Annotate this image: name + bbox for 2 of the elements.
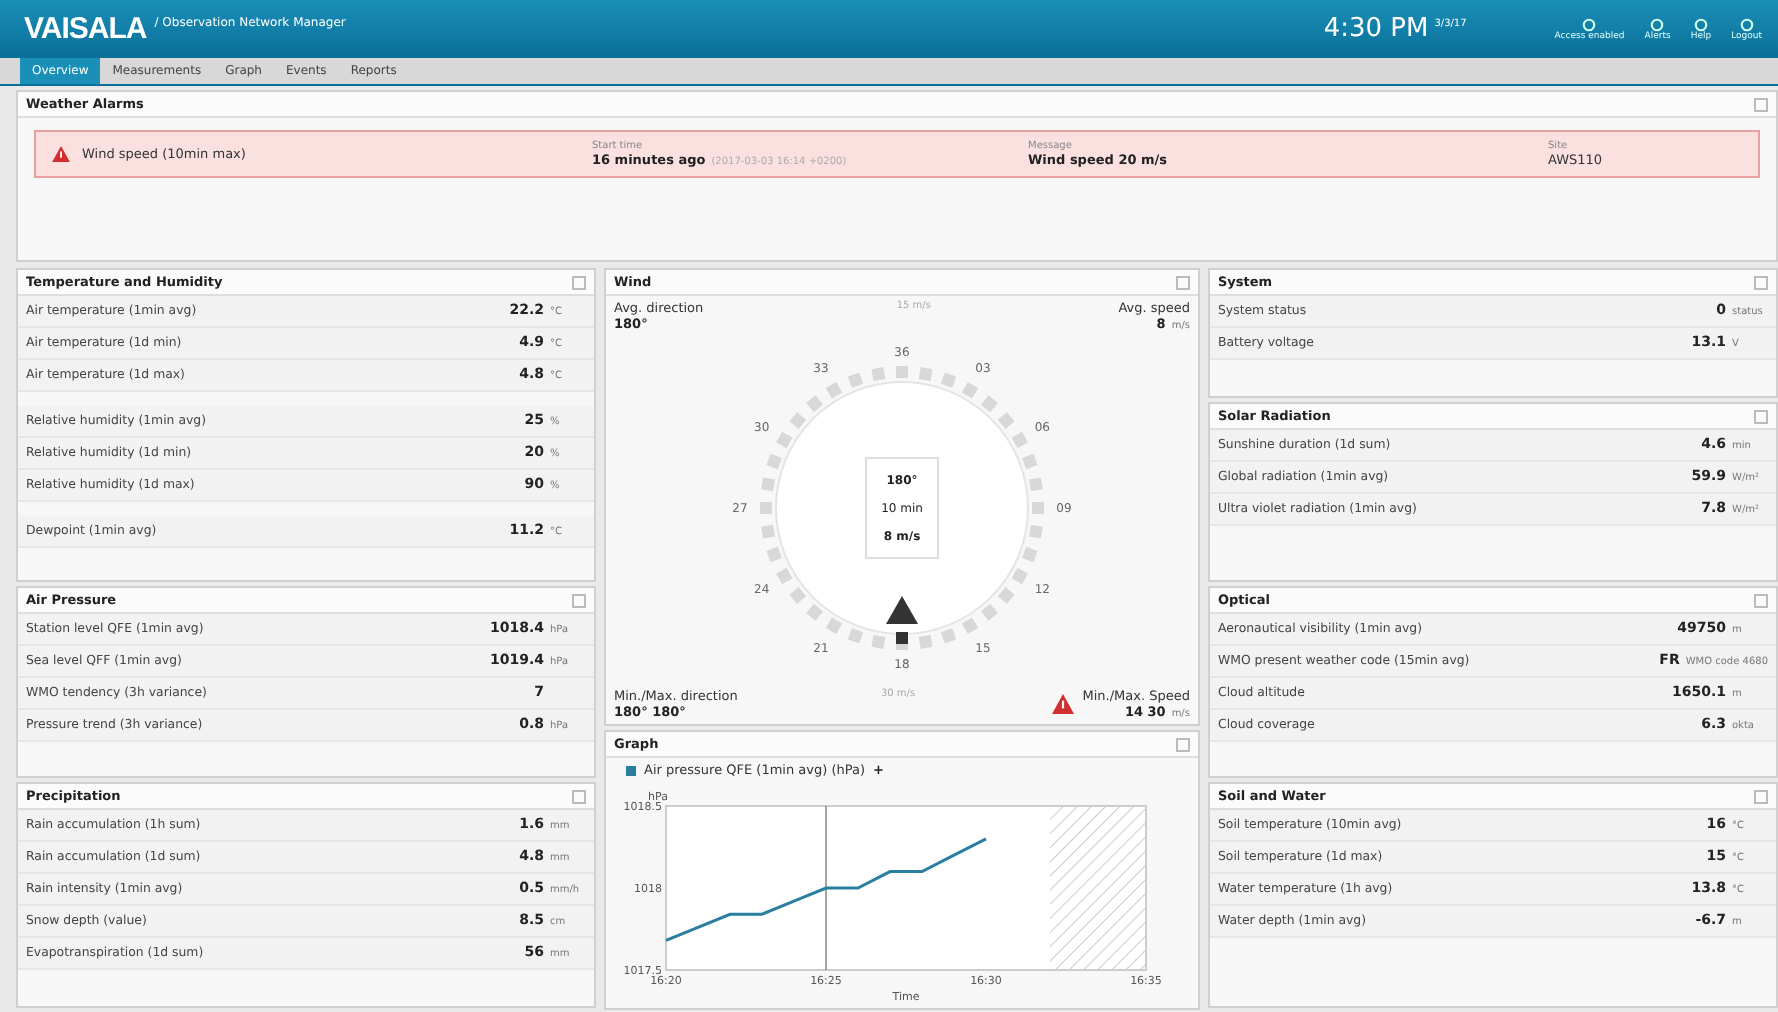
- clock-time: 4:30 PM: [1323, 14, 1429, 44]
- logo: VAISALA: [24, 12, 147, 46]
